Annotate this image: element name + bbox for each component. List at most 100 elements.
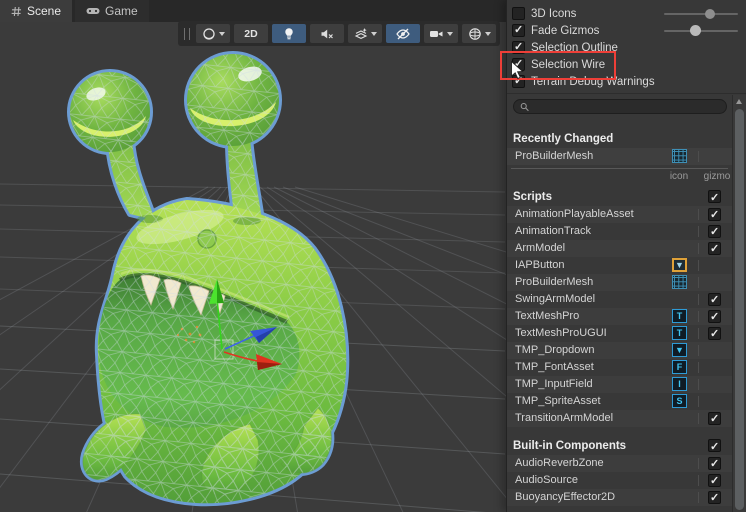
- column-divider: [698, 492, 699, 503]
- probuilder-grid-icon[interactable]: [672, 275, 687, 289]
- scrollbar-thumb[interactable]: [735, 109, 744, 510]
- toolbar-drag-handle[interactable]: [184, 27, 190, 40]
- script-type-icon[interactable]: I: [672, 377, 687, 391]
- column-divider: [698, 362, 699, 373]
- column-divider: [698, 379, 699, 390]
- column-divider: [698, 328, 699, 339]
- dropdown-caret-icon: [218, 31, 225, 36]
- row-label: TMP_Dropdown: [515, 344, 595, 356]
- section-header: Recently Changed: [507, 130, 732, 148]
- gizmo-list-row[interactable]: AudioReverbZone: [507, 455, 732, 473]
- row-label: SwingArmModel: [515, 293, 596, 305]
- toggle-checkbox[interactable]: [512, 23, 525, 37]
- section-title: Scripts: [513, 191, 552, 203]
- row-label: BuoyancyEffector2D: [515, 491, 616, 503]
- toggle-checkbox[interactable]: [512, 7, 525, 20]
- script-type-icon[interactable]: T: [672, 326, 687, 340]
- gamepad-icon: [86, 8, 100, 14]
- row-gizmo-checkbox[interactable]: [708, 411, 721, 428]
- row-gizmo-checkbox[interactable]: [708, 207, 721, 224]
- audio-muted-icon: [321, 29, 333, 38]
- column-divider: [698, 277, 699, 288]
- 2d-toggle-button[interactable]: 2D: [234, 24, 268, 43]
- column-divider: [698, 475, 699, 486]
- row-label: ProBuilderMesh: [515, 276, 594, 288]
- search-input[interactable]: [533, 101, 720, 112]
- effects-toggle-button[interactable]: [348, 24, 382, 43]
- script-type-icon[interactable]: F: [672, 360, 687, 374]
- script-type-icon[interactable]: S: [672, 394, 687, 408]
- search-icon: [520, 102, 529, 111]
- row-gizmo-checkbox[interactable]: [708, 473, 721, 490]
- row-label: ProBuilderMesh: [515, 150, 594, 162]
- section-title: Recently Changed: [513, 133, 614, 145]
- section-gizmo-checkbox[interactable]: [708, 438, 721, 456]
- scripts-section: Scripts AnimationPlayableAsset AnimationTr…: [507, 188, 732, 428]
- audio-toggle-button[interactable]: [310, 24, 344, 43]
- gizmo-list-row[interactable]: TextMeshPro T: [507, 308, 732, 326]
- effects-layers-icon: [354, 27, 367, 39]
- row-gizmo-checkbox[interactable]: [708, 224, 721, 241]
- row-gizmo-checkbox[interactable]: [708, 490, 721, 507]
- camera-settings-button[interactable]: [424, 24, 458, 43]
- column-divider: [698, 413, 699, 424]
- tab-scene[interactable]: Scene: [0, 0, 73, 22]
- gizmo-list-row[interactable]: AnimationTrack: [507, 223, 732, 241]
- gizmo-list-row[interactable]: IAPButton ▼: [507, 257, 732, 274]
- row-label: AnimationPlayableAsset: [515, 208, 634, 220]
- section-gizmo-checkbox[interactable]: [708, 189, 721, 207]
- column-divider: [698, 209, 699, 220]
- row-gizmo-checkbox[interactable]: [708, 309, 721, 326]
- dropdown-caret-icon: [484, 31, 491, 36]
- gizmo-toggle-3d-icons[interactable]: 3D Icons: [512, 5, 576, 22]
- row-gizmo-checkbox[interactable]: [708, 456, 721, 473]
- tab-game-label: Game: [105, 4, 138, 18]
- gizmo-toggle-fade-gizmos[interactable]: Fade Gizmos: [512, 22, 599, 39]
- row-label: AudioReverbZone: [515, 457, 604, 469]
- scroll-up-arrow-icon[interactable]: [736, 99, 742, 104]
- gizmo-list-row[interactable]: ProBuilderMesh: [507, 274, 732, 291]
- script-type-icon[interactable]: ▼: [672, 343, 687, 357]
- panel-scrollbar[interactable]: [732, 95, 746, 512]
- hidden-objects-toggle-button[interactable]: [386, 24, 420, 43]
- lighting-toggle-button[interactable]: [272, 24, 306, 43]
- fade-gizmos-slider[interactable]: [664, 25, 738, 36]
- gizmo-list-row[interactable]: AudioSource: [507, 472, 732, 490]
- gizmo-list-row[interactable]: TMP_FontAsset F: [507, 359, 732, 376]
- gizmo-sphere-icon: [468, 27, 481, 40]
- gizmo-search-box[interactable]: [513, 99, 727, 114]
- gizmo-list-row[interactable]: ProBuilderMesh: [507, 148, 732, 165]
- row-label: TransitionArmModel: [515, 412, 614, 424]
- column-divider: [698, 260, 699, 271]
- gizmo-list-row[interactable]: AnimationPlayableAsset: [507, 206, 732, 224]
- 3d-icons-size-slider[interactable]: [664, 9, 738, 19]
- tab-game[interactable]: Game: [75, 0, 149, 22]
- 2d-label: 2D: [244, 27, 258, 40]
- gizmo-list-row[interactable]: TextMeshProUGUI T: [507, 325, 732, 343]
- camera-icon: [430, 30, 443, 37]
- column-divider: [698, 226, 699, 237]
- divider: [511, 168, 728, 169]
- gizmo-list-row[interactable]: TMP_Dropdown ▼: [507, 342, 732, 359]
- dropdown-caret-icon: [447, 31, 453, 36]
- recently-changed-section: Recently Changed ProBuilderMesh: [507, 130, 732, 165]
- row-gizmo-checkbox[interactable]: [708, 241, 721, 258]
- gizmo-list-row[interactable]: TransitionArmModel: [507, 410, 732, 428]
- script-type-icon[interactable]: T: [672, 309, 687, 323]
- highlighted-dropdown-icon[interactable]: ▼: [672, 258, 687, 272]
- gizmos-menu-button[interactable]: [462, 24, 496, 43]
- gizmo-list-row[interactable]: SwingArmModel: [507, 291, 732, 309]
- selected-monster-object[interactable]: [67, 51, 350, 507]
- row-gizmo-checkbox[interactable]: [708, 292, 721, 309]
- gizmo-list-row[interactable]: TMP_InputField I: [507, 376, 732, 393]
- row-gizmo-checkbox[interactable]: [708, 326, 721, 343]
- probuilder-grid-icon[interactable]: [672, 149, 687, 163]
- gizmo-list-row[interactable]: TMP_SpriteAsset S: [507, 393, 732, 410]
- gizmo-list-row[interactable]: ArmModel: [507, 240, 732, 258]
- shading-mode-button[interactable]: [196, 24, 230, 43]
- column-divider: [698, 311, 699, 322]
- gizmo-column-label: gizmo: [703, 171, 731, 182]
- gizmo-list-row[interactable]: BuoyancyEffector2D: [507, 489, 732, 507]
- light-bulb-icon: [285, 27, 293, 39]
- row-label: ArmModel: [515, 242, 566, 254]
